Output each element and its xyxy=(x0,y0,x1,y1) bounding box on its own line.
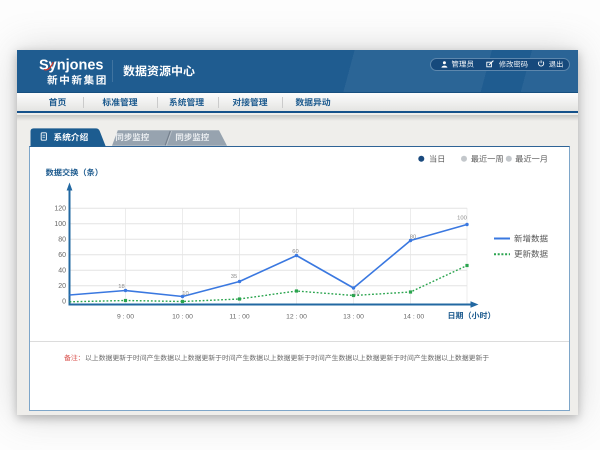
svg-text:Synjones: Synjones xyxy=(39,57,103,73)
svg-text:100: 100 xyxy=(457,216,467,222)
svg-text:14 : 00: 14 : 00 xyxy=(403,314,424,321)
svg-text:10: 10 xyxy=(182,291,188,297)
svg-text:13 : 00: 13 : 00 xyxy=(343,314,364,321)
svg-text:80: 80 xyxy=(58,237,66,244)
svg-text:10 : 00: 10 : 00 xyxy=(172,314,193,321)
svg-text:20: 20 xyxy=(58,283,66,290)
svg-text:10: 10 xyxy=(353,290,359,296)
svg-text:11 : 00: 11 : 00 xyxy=(229,314,250,321)
svg-text:35: 35 xyxy=(231,274,237,280)
svg-text:18: 18 xyxy=(118,284,124,290)
svg-text:9 : 00: 9 : 00 xyxy=(117,314,134,321)
svg-text:80: 80 xyxy=(410,235,416,241)
svg-text:40: 40 xyxy=(58,268,66,275)
svg-text:120: 120 xyxy=(54,206,66,213)
svg-text:0: 0 xyxy=(62,299,66,306)
svg-text:60: 60 xyxy=(58,252,66,259)
svg-text:100: 100 xyxy=(54,221,66,228)
svg-text:12 : 00: 12 : 00 xyxy=(286,314,307,321)
svg-text:60: 60 xyxy=(292,249,298,255)
